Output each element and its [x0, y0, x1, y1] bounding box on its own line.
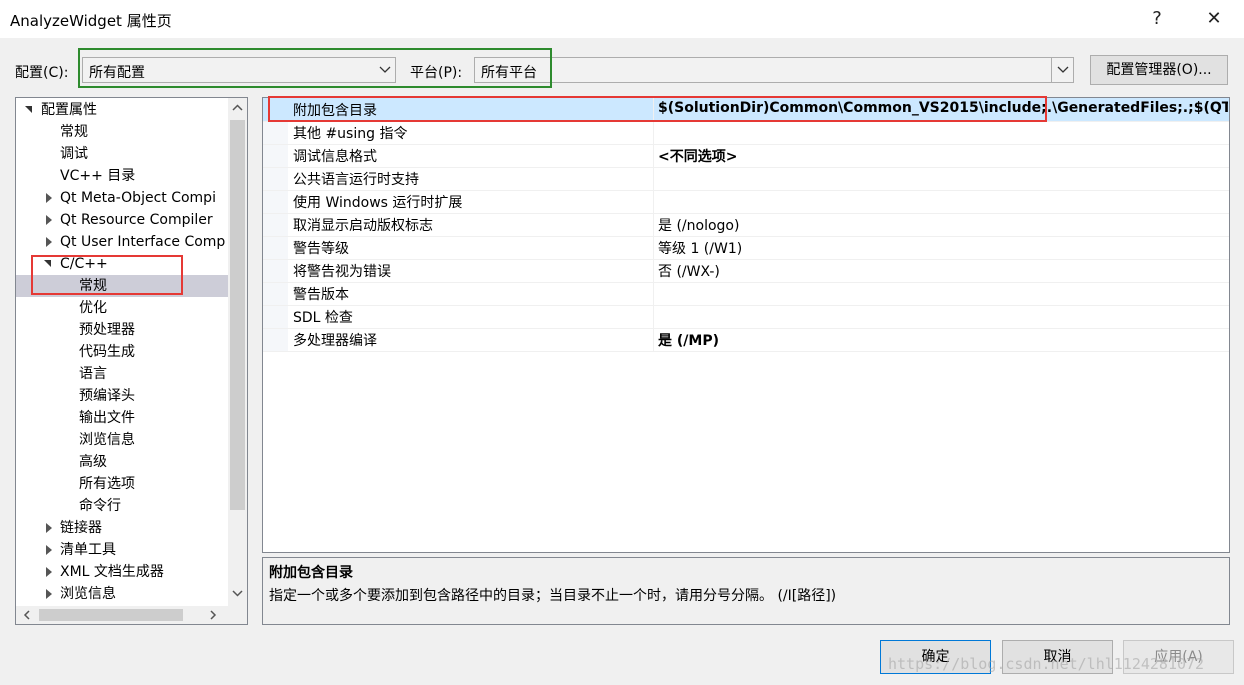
column-separator	[653, 167, 654, 190]
close-button[interactable]: ✕	[1197, 4, 1231, 34]
tree-item-qt-uic[interactable]: Qt User Interface Comp	[60, 231, 225, 253]
column-separator	[653, 328, 654, 351]
collapsed-icon[interactable]	[46, 589, 52, 599]
tree-item-output-files[interactable]: 输出文件	[79, 407, 135, 429]
scroll-right-icon[interactable]	[208, 610, 218, 620]
collapsed-icon[interactable]	[46, 567, 52, 577]
property-name: 将警告视为错误	[293, 264, 391, 280]
property-name: 取消显示启动版权标志	[293, 218, 433, 234]
green-highlight	[78, 48, 552, 88]
hscrollbar-thumb[interactable]	[39, 609, 183, 621]
column-separator	[653, 121, 654, 144]
property-row[interactable]: 使用 Windows 运行时扩展	[263, 190, 1229, 214]
property-name: 多处理器编译	[293, 333, 377, 349]
property-name: 其他 #using 指令	[293, 126, 408, 142]
tree-item-qt-moc[interactable]: Qt Meta-Object Compi	[60, 187, 216, 209]
tree-item-vc-directories[interactable]: VC++ 目录	[60, 165, 135, 187]
tree-item-xml-doc[interactable]: XML 文档生成器	[60, 561, 164, 583]
platform-select[interactable]: 所有平台	[474, 57, 1074, 83]
column-separator	[653, 259, 654, 282]
property-row[interactable]: SDL 检查	[263, 305, 1229, 329]
property-name: 警告版本	[293, 287, 349, 303]
property-row[interactable]: 调试信息格式 <不同选项>	[263, 144, 1229, 168]
property-value[interactable]: 是 (/nologo)	[658, 215, 1228, 235]
chevron-down-icon	[1057, 66, 1069, 73]
config-label: 配置(C):	[15, 65, 69, 81]
column-separator	[653, 213, 654, 236]
collapsed-icon[interactable]	[46, 215, 52, 225]
column-separator	[653, 282, 654, 305]
scroll-down-icon[interactable]	[231, 588, 244, 598]
column-separator	[653, 305, 654, 328]
tree-item-config-properties[interactable]: 配置属性	[41, 99, 97, 121]
tree-item-browse-info-2[interactable]: 浏览信息	[60, 583, 116, 605]
tree-item-optimization[interactable]: 优化	[79, 297, 107, 319]
collapsed-icon[interactable]	[46, 545, 52, 555]
tree-item-manifest[interactable]: 清单工具	[60, 539, 116, 561]
scroll-left-icon[interactable]	[22, 610, 32, 620]
tree-item-linker[interactable]: 链接器	[60, 517, 102, 539]
red-highlight-property	[268, 96, 1047, 122]
title-bar	[0, 0, 1244, 38]
tree-item-command-line[interactable]: 命令行	[79, 495, 121, 517]
property-row[interactable]: 取消显示启动版权标志 是 (/nologo)	[263, 213, 1229, 237]
property-value[interactable]: 等级 1 (/W1)	[658, 238, 1228, 258]
expanded-icon[interactable]	[25, 106, 32, 113]
tree-item-pch[interactable]: 预编译头	[79, 385, 135, 407]
property-value[interactable]: 否 (/WX-)	[658, 261, 1228, 281]
tree-item-general[interactable]: 常规	[60, 121, 88, 143]
property-name: 公共语言运行时支持	[293, 172, 419, 188]
property-row[interactable]: 警告版本	[263, 282, 1229, 306]
tree-item-language[interactable]: 语言	[79, 363, 107, 385]
tree-item-advanced[interactable]: 高级	[79, 451, 107, 473]
tree-item-preprocessor[interactable]: 预处理器	[79, 319, 135, 341]
property-row[interactable]: 将警告视为错误 否 (/WX-)	[263, 259, 1229, 283]
property-grid[interactable]: 附加包含目录 $(SolutionDir)Common\Common_VS201…	[262, 97, 1230, 553]
property-row[interactable]: 多处理器编译 是 (/MP)	[263, 328, 1229, 352]
property-name: 调试信息格式	[293, 149, 377, 165]
property-row[interactable]: 公共语言运行时支持	[263, 167, 1229, 191]
tree-item-debugging[interactable]: 调试	[60, 143, 88, 165]
tree-panel: 配置属性 常规 调试 VC++ 目录 Qt Meta-Object Compi …	[15, 97, 248, 625]
collapsed-icon[interactable]	[46, 193, 52, 203]
scrollbar-thumb[interactable]	[230, 120, 245, 510]
description-panel: 附加包含目录 指定一个或多个要添加到包含路径中的目录；当目录不止一个时，请用分号…	[262, 557, 1230, 625]
collapsed-icon[interactable]	[46, 237, 52, 247]
property-name: 警告等级	[293, 241, 349, 257]
property-name: SDL 检查	[293, 310, 353, 326]
property-value[interactable]: <不同选项>	[658, 146, 1228, 166]
config-manager-button[interactable]: 配置管理器(O)...	[1090, 55, 1228, 85]
description-title: 附加包含目录	[269, 565, 353, 581]
column-separator	[653, 144, 654, 167]
description-text: 指定一个或多个要添加到包含路径中的目录；当目录不止一个时，请用分号分隔。 (/I…	[269, 588, 837, 604]
tree-view[interactable]: 配置属性 常规 调试 VC++ 目录 Qt Meta-Object Compi …	[16, 98, 228, 606]
collapsed-icon[interactable]	[46, 523, 52, 533]
window-title: AnalyzeWidget 属性页	[10, 12, 172, 30]
scroll-up-icon[interactable]	[231, 103, 244, 113]
tree-item-browse-info[interactable]: 浏览信息	[79, 429, 135, 451]
tree-item-codegen[interactable]: 代码生成	[79, 341, 135, 363]
horizontal-scrollbar[interactable]	[16, 606, 247, 624]
column-separator	[653, 190, 654, 213]
property-name: 使用 Windows 运行时扩展	[293, 195, 463, 211]
property-row[interactable]: 警告等级 等级 1 (/W1)	[263, 236, 1229, 260]
property-value[interactable]: 是 (/MP)	[658, 330, 1228, 350]
column-separator	[653, 236, 654, 259]
tree-item-all-options[interactable]: 所有选项	[79, 473, 135, 495]
red-highlight-cpp	[31, 255, 183, 295]
watermark: https://blog.csdn.net/lhl1124281072	[888, 655, 1205, 673]
vertical-scrollbar[interactable]	[228, 98, 247, 606]
help-button[interactable]: ?	[1140, 4, 1174, 34]
tree-item-qt-rcc[interactable]: Qt Resource Compiler	[60, 209, 213, 231]
combo-divider	[1051, 58, 1052, 82]
property-row[interactable]: 其他 #using 指令	[263, 121, 1229, 145]
